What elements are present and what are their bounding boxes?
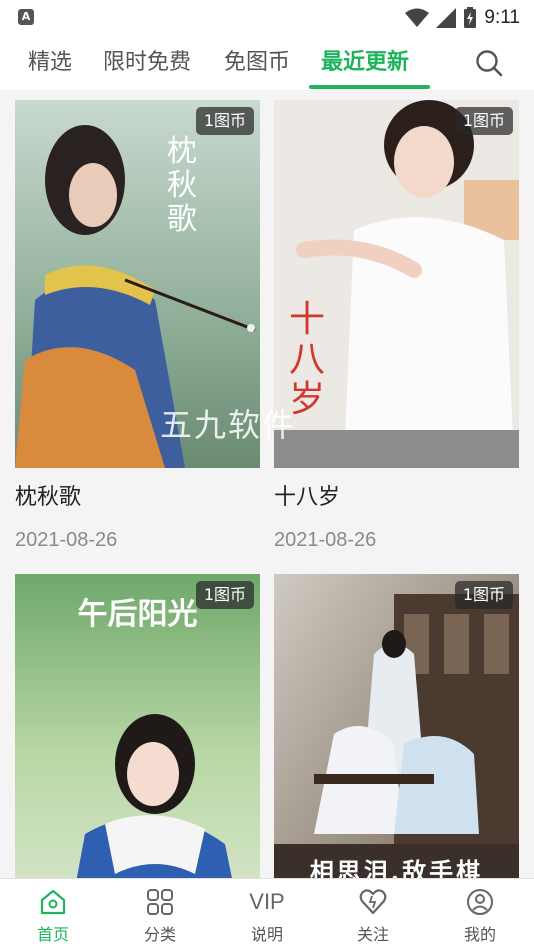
tab-coin-free[interactable]: 免图币	[224, 46, 290, 80]
status-bar: A 9:11	[0, 0, 534, 36]
poster-title: 枕秋歌	[167, 134, 197, 237]
album-title[interactable]: 枕秋歌	[15, 482, 260, 514]
wifi-icon	[405, 8, 430, 27]
nav-guide[interactable]: VIP 说明	[227, 879, 307, 950]
nav-follow[interactable]: 关注	[333, 879, 413, 950]
user-icon	[467, 889, 493, 915]
battery-icon	[464, 7, 477, 28]
album-title[interactable]: 十八岁	[274, 482, 519, 514]
album-card[interactable]: 十八岁 1图币 十八岁 2021-08-26	[274, 100, 519, 554]
tab-featured[interactable]: 精选	[28, 46, 72, 80]
nav-home-label: 首页	[36, 925, 69, 944]
album-date: 2021-08-26	[15, 529, 118, 551]
coin-price-badge: 1图币	[454, 581, 513, 609]
album-cover[interactable]: 相思泪.敌手棋 1图币	[274, 574, 519, 878]
album-card[interactable]: 枕秋歌 1图币 枕秋歌 2021-08-26	[15, 100, 260, 554]
home-icon	[40, 889, 66, 915]
grid-icon	[147, 889, 173, 915]
nav-home[interactable]: 首页	[13, 879, 93, 950]
album-card[interactable]: 相思泪.敌手棋 1图币	[274, 574, 519, 878]
nav-category[interactable]: 分类	[120, 879, 200, 950]
top-tab-bar: 精选 限时免费 免图币 最近更新	[0, 36, 534, 90]
nav-category-label: 分类	[143, 925, 176, 944]
album-grid: 枕秋歌 1图币 枕秋歌 2021-08-26 十八岁 1图币 十八岁 2021-…	[0, 90, 534, 878]
album-date: 2021-08-26	[274, 529, 377, 551]
active-tab-indicator	[309, 85, 430, 89]
coin-price-badge: 1图币	[195, 107, 254, 135]
heart-icon	[359, 889, 387, 915]
vip-text-icon: VIP	[249, 889, 285, 914]
a-notification-icon: A	[18, 9, 34, 25]
album-cover[interactable]: 午后阳光 1图币	[15, 574, 260, 878]
album-card[interactable]: 午后阳光 1图币	[15, 574, 260, 878]
nav-follow-label: 关注	[356, 925, 389, 944]
poster-title: 相思泪.敌手棋	[309, 857, 484, 878]
watermark-text: 五九软件	[160, 406, 297, 444]
search-icon[interactable]	[474, 48, 504, 78]
tab-limited-free[interactable]: 限时免费	[103, 46, 191, 80]
status-icons: 9:11	[405, 6, 520, 30]
bottom-navigation: 首页 分类 VIP 说明 关注 我的	[0, 878, 534, 950]
nav-profile[interactable]: 我的	[440, 879, 520, 950]
coin-price-badge: 1图币	[195, 581, 254, 609]
coin-price-badge: 1图币	[454, 107, 513, 135]
tab-recent-updates[interactable]: 最近更新	[321, 46, 409, 80]
nav-guide-label: 说明	[250, 925, 283, 944]
album-cover[interactable]: 十八岁 1图币	[274, 100, 519, 468]
clock: 9:11	[484, 7, 520, 28]
nav-profile-label: 我的	[463, 925, 496, 944]
signal-icon	[436, 8, 457, 28]
